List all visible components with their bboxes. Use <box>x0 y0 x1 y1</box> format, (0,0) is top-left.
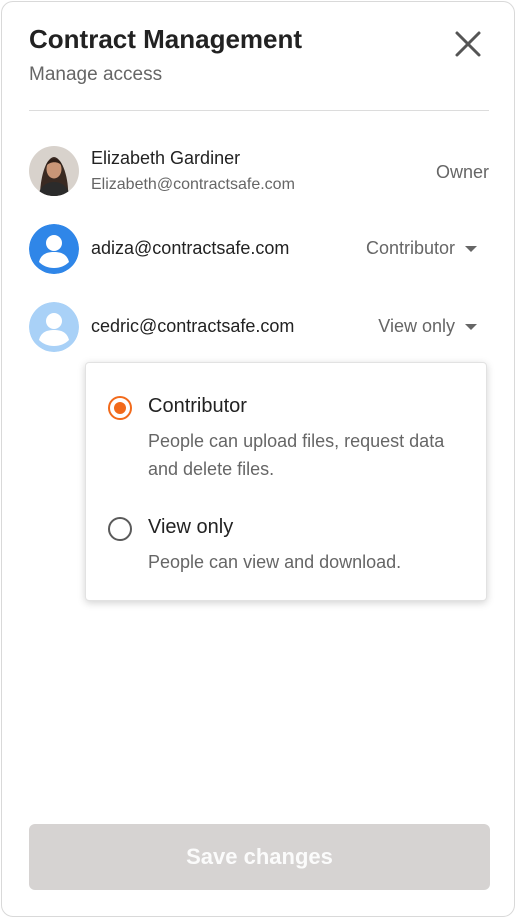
role-option-view-only[interactable]: View only People can view and download. <box>108 514 468 574</box>
role-option-description: People can view and download. <box>148 552 402 572</box>
chevron-down-icon <box>465 323 477 330</box>
panel-subtitle: Manage access <box>29 64 163 85</box>
role-dropdown-adiza[interactable]: Contributor <box>366 238 477 259</box>
person-icon <box>29 224 79 274</box>
save-changes-button[interactable]: Save changes <box>29 824 490 890</box>
radio-selected-icon[interactable] <box>108 396 132 420</box>
role-option-description: People can upload files, request data an… <box>148 431 445 479</box>
member-email: Elizabeth@contractsafe.com <box>91 176 295 193</box>
member-name: Elizabeth Gardiner <box>91 148 241 168</box>
close-icon[interactable] <box>452 28 484 60</box>
member-email: adiza@contractsafe.com <box>91 238 290 258</box>
role-option-label: View only <box>148 516 234 538</box>
avatar-photo <box>29 146 79 196</box>
role-dropdown-label: Contributor <box>365 238 455 258</box>
panel-title: Contract Management <box>29 24 303 54</box>
role-option-contributor[interactable]: Contributor People can upload files, req… <box>108 393 468 483</box>
manage-access-panel: Contract Management Manage access Elizab… <box>1 1 515 917</box>
chevron-down-icon <box>465 245 477 252</box>
member-email: cedric@contractsafe.com <box>91 316 295 336</box>
role-label-owner: Owner <box>435 162 489 182</box>
role-option-label: Contributor <box>148 395 247 417</box>
member-row-adiza: adiza@contractsafe.com Contributor <box>29 224 489 276</box>
person-icon <box>29 302 79 352</box>
role-dropdown-label: View only <box>378 316 455 336</box>
member-row-owner: Elizabeth Gardiner Elizabeth@contractsaf… <box>29 146 489 198</box>
role-dropdown-cedric[interactable]: View only <box>378 316 477 337</box>
role-menu: Contributor People can upload files, req… <box>85 362 487 601</box>
radio-unselected-icon[interactable] <box>108 517 132 541</box>
header-divider <box>29 110 489 111</box>
member-row-cedric: cedric@contractsafe.com View only <box>29 302 489 354</box>
